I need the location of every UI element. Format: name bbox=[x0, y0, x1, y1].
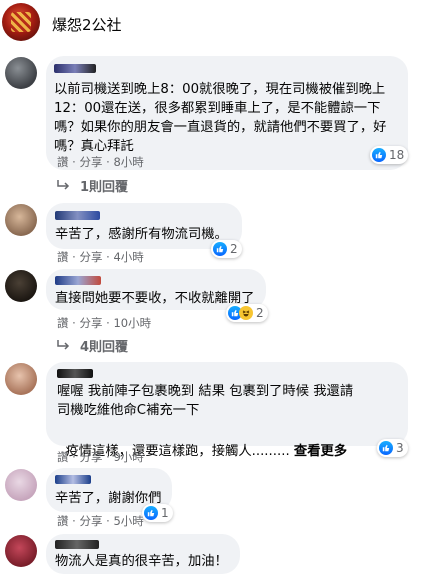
comment-text: 喔喔 我前陣子包裹晚到 結果 包裹到了時候 我還請司機吃維他命C補充一下 bbox=[57, 384, 354, 418]
see-more-link[interactable]: 查看更多 bbox=[294, 444, 347, 459]
reaction-number: 3 bbox=[396, 441, 404, 455]
like-link[interactable]: 讚 bbox=[57, 514, 69, 528]
commenter-avatar[interactable] bbox=[5, 363, 37, 395]
commenter-avatar[interactable] bbox=[5, 469, 37, 501]
commenter-name[interactable] bbox=[55, 475, 91, 484]
reaction-count[interactable]: 3 bbox=[377, 439, 408, 457]
like-icon bbox=[213, 242, 227, 256]
post-header: 爆怨2公社 bbox=[0, 0, 443, 50]
reaction-count[interactable]: 2 bbox=[211, 240, 242, 258]
view-replies[interactable]: 1則回覆 bbox=[56, 176, 128, 195]
like-icon bbox=[144, 506, 158, 520]
comment-time[interactable]: 5小時 bbox=[113, 514, 143, 528]
commenter-avatar[interactable] bbox=[5, 535, 37, 567]
replies-label: 4則回覆 bbox=[80, 340, 129, 355]
like-link[interactable]: 讚 bbox=[57, 450, 69, 464]
comment-time[interactable]: 4小時 bbox=[113, 250, 143, 264]
like-icon bbox=[372, 148, 386, 162]
comment-text: 以前司機送到晚上8：00就很晚了，現在司機被催到晚上12：00還在送，很多都累到… bbox=[54, 82, 387, 154]
comment-actions: 讚 · 分享 · 5小時 bbox=[57, 514, 144, 528]
comment-actions: 讚 · 分享 · 10小時 bbox=[57, 316, 152, 330]
reaction-count[interactable]: 2 bbox=[226, 304, 268, 322]
like-link[interactable]: 讚 bbox=[57, 316, 69, 330]
comment-actions: 讚 · 分享 · 8小時 bbox=[57, 155, 144, 169]
reaction-count[interactable]: 18 bbox=[370, 146, 409, 164]
reaction-number: 1 bbox=[161, 506, 169, 520]
comment-time[interactable]: 9小時 bbox=[113, 450, 143, 464]
reaction-number: 2 bbox=[256, 306, 264, 320]
reaction-count[interactable]: 1 bbox=[142, 504, 173, 522]
page-name[interactable]: 爆怨2公社 bbox=[52, 14, 122, 35]
like-icon bbox=[379, 441, 393, 455]
share-link[interactable]: 分享 bbox=[79, 514, 102, 528]
comment-text: 辛苦了，感謝所有物流司機。 bbox=[55, 227, 228, 242]
commenter-name[interactable] bbox=[55, 211, 100, 220]
comment-time[interactable]: 10小時 bbox=[113, 316, 151, 330]
share-link[interactable]: 分享 bbox=[79, 155, 102, 169]
reaction-number: 2 bbox=[230, 242, 238, 256]
haha-icon bbox=[239, 306, 253, 320]
share-link[interactable]: 分享 bbox=[79, 450, 102, 464]
view-replies[interactable]: 4則回覆 bbox=[56, 336, 128, 355]
commenter-name[interactable] bbox=[57, 369, 93, 378]
reply-arrow-icon bbox=[57, 179, 70, 190]
like-link[interactable]: 讚 bbox=[57, 155, 69, 169]
page-avatar[interactable] bbox=[2, 3, 40, 41]
comment-actions: 讚 · 分享 · 9小時 bbox=[57, 450, 144, 464]
share-link[interactable]: 分享 bbox=[79, 250, 102, 264]
commenter-avatar[interactable] bbox=[5, 270, 37, 302]
commenter-avatar[interactable] bbox=[5, 57, 37, 89]
share-link[interactable]: 分享 bbox=[79, 316, 102, 330]
commenter-avatar[interactable] bbox=[5, 204, 37, 236]
commenter-name[interactable] bbox=[55, 540, 99, 549]
comment-actions: 讚 · 分享 · 4小時 bbox=[57, 250, 144, 264]
like-link[interactable]: 讚 bbox=[57, 250, 69, 264]
reply-arrow-icon bbox=[57, 339, 70, 350]
comment-text: 物流人是真的很辛苦，加油！ bbox=[55, 554, 228, 569]
replies-label: 1則回覆 bbox=[80, 180, 129, 195]
commenter-name[interactable] bbox=[55, 276, 101, 285]
commenter-name[interactable] bbox=[54, 64, 96, 73]
comment-time[interactable]: 8小時 bbox=[113, 155, 143, 169]
reaction-number: 18 bbox=[389, 148, 405, 162]
